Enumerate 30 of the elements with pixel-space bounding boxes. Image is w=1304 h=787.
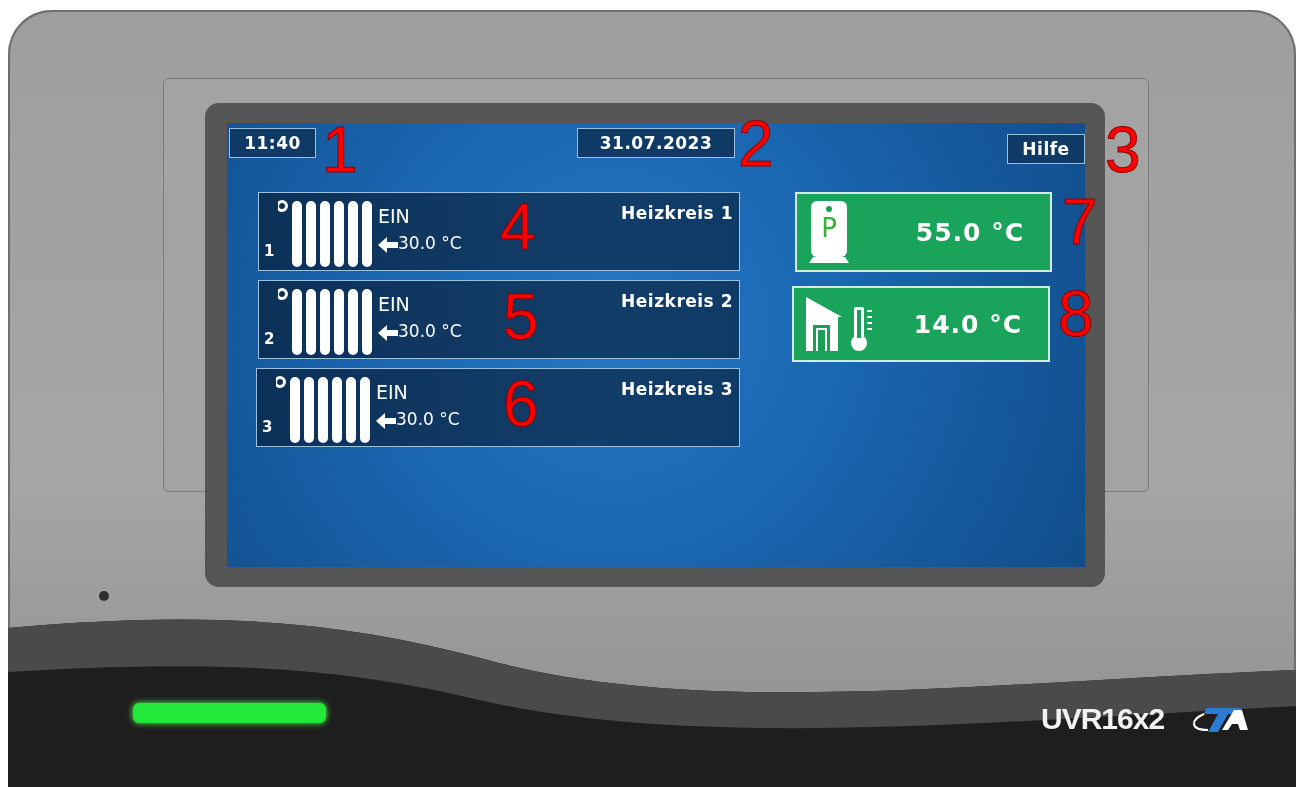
callout-number: 6 (503, 372, 539, 436)
left-arrow-icon (378, 236, 398, 253)
callout-number: 8 (1058, 282, 1094, 346)
callout-number: 2 (738, 112, 774, 176)
temperature-value: 14.0 °C (913, 309, 1022, 339)
help-button[interactable]: Hilfe (1007, 134, 1085, 164)
callout-number: 4 (500, 195, 536, 259)
flow-temperature: 30.0 °C (398, 233, 462, 253)
circuit-status: EIN (378, 205, 411, 227)
circuit-number: 2 (264, 330, 276, 348)
callout-number: 1 (322, 118, 358, 182)
circuit-title: Heizkreis 3 (621, 378, 733, 401)
circuit-title: Heizkreis 2 (621, 290, 733, 313)
callout-number: 3 (1105, 118, 1141, 182)
left-arrow-icon (378, 324, 398, 341)
flow-temperature: 30.0 °C (396, 409, 460, 429)
circuit-number: 3 (262, 418, 274, 436)
flow-temperature: 30.0 °C (398, 321, 462, 341)
model-logo-text: UVR16x2 (1041, 702, 1165, 736)
circuit-status: EIN (378, 293, 411, 315)
clock-time: 11:40 (229, 128, 316, 158)
date-display: 31.07.2023 (577, 128, 735, 158)
callout-number: 7 (1062, 190, 1098, 254)
circuit-number: 1 (264, 242, 276, 260)
temperature-value: 55.0 °C (915, 217, 1024, 247)
left-arrow-icon (376, 412, 396, 429)
callout-number: 5 (503, 285, 539, 349)
circuit-title: Heizkreis 1 (621, 202, 733, 225)
indicator-dot (99, 591, 109, 601)
circuit-status: EIN (376, 381, 409, 403)
